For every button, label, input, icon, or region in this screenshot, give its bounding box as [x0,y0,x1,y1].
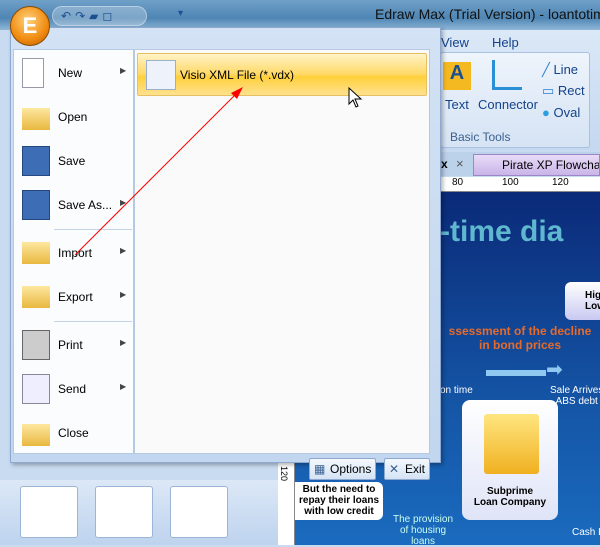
mouse-cursor-icon [348,86,363,108]
annotation-arrow [74,86,363,256]
